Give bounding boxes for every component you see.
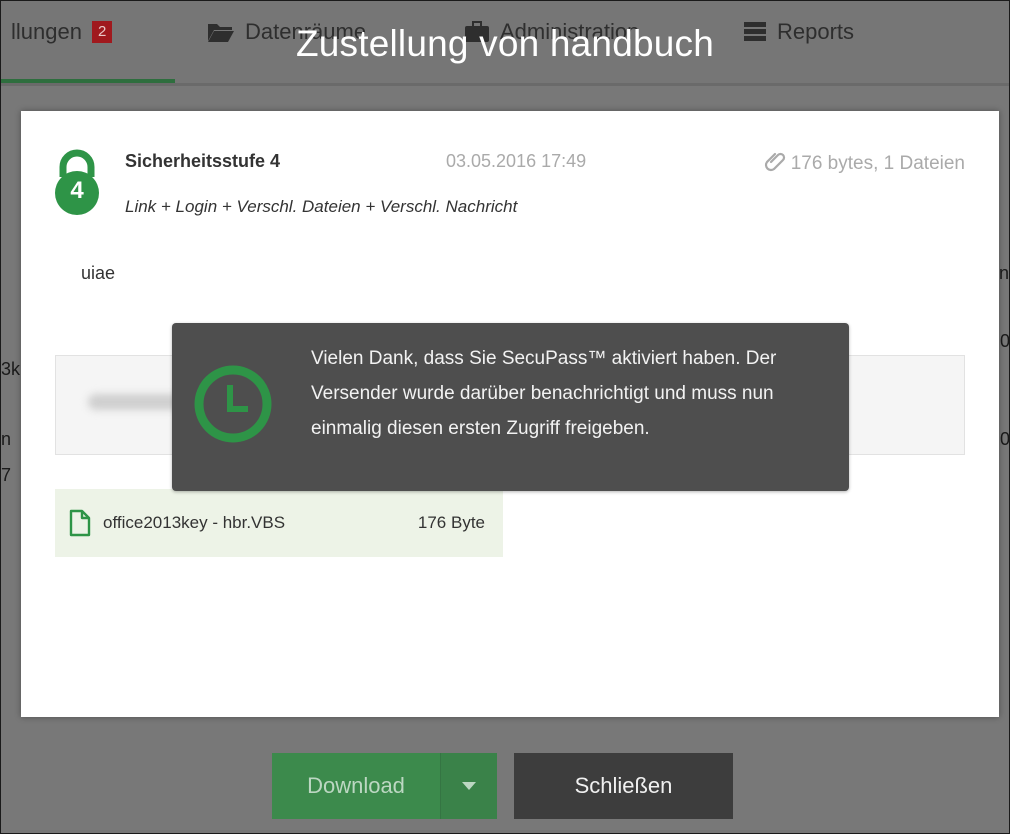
paperclip-icon	[764, 149, 788, 179]
delivery-date: 03.05.2016 17:49	[446, 151, 587, 171]
file-size: 176 Byte	[417, 513, 485, 532]
security-level-lock-icon: 4	[53, 149, 101, 215]
clock-icon	[190, 361, 276, 447]
attachment-summary: 176 bytes, 1 Dateien	[764, 149, 965, 179]
toast-message: Vielen Dank, dass Sie SecuPass™ aktivier…	[311, 348, 777, 439]
close-button[interactable]: Schließen	[514, 753, 733, 819]
lock-level-number: 4	[70, 177, 84, 204]
background-text: 7	[1, 465, 12, 485]
file-attachment-row[interactable]: office2013key - hbr.VBS 176 Byte	[55, 489, 503, 557]
security-level-title: Sicherheitsstufe 4	[125, 151, 281, 171]
download-button[interactable]: Download	[272, 753, 440, 819]
background-text: 0	[1000, 429, 1010, 449]
background-text: n	[999, 263, 1010, 283]
caret-down-icon	[462, 777, 476, 795]
message-body: uiae	[81, 263, 116, 283]
notification-toast: Vielen Dank, dass Sie SecuPass™ aktivier…	[172, 323, 849, 491]
modal-title: Zustellung von handbuch	[295, 23, 715, 64]
active-tab-indicator	[1, 79, 175, 83]
background-text: n	[1, 429, 12, 449]
download-options-toggle[interactable]	[440, 753, 497, 819]
file-icon	[69, 509, 91, 537]
background-text: 3k	[1, 359, 21, 379]
file-name[interactable]: office2013key - hbr.VBS	[103, 513, 285, 533]
app-window: llungen 2 Datenräume Administration Repo…	[0, 0, 1010, 834]
background-text: 0	[1000, 331, 1010, 351]
security-level-description: Link + Login + Verschl. Dateien + Versch…	[125, 197, 518, 216]
attachment-summary-text: 176 bytes, 1 Dateien	[790, 153, 965, 174]
